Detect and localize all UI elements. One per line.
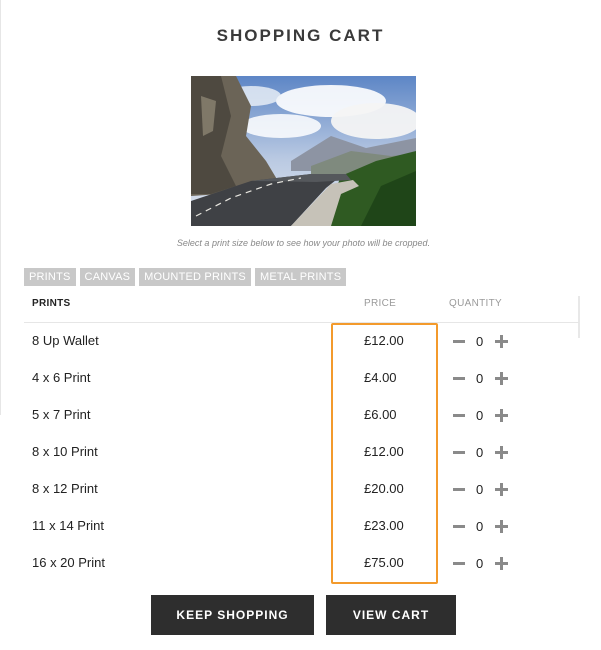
table-row: 4 x 6 Print £4.00 0	[0, 360, 601, 397]
page-title: SHOPPING CART	[216, 26, 385, 45]
print-name: 4 x 6 Print	[32, 370, 91, 385]
quantity-value: 0	[476, 371, 484, 386]
print-name: 8 x 12 Print	[32, 481, 98, 496]
product-tabs: PRINTS CANVAS MOUNTED PRINTS METAL PRINT…	[24, 268, 347, 286]
print-name: 11 x 14 Print	[32, 518, 105, 533]
plus-icon[interactable]	[495, 483, 508, 496]
plus-icon[interactable]	[495, 520, 508, 533]
plus-icon[interactable]	[495, 446, 508, 459]
table-row: 11 x 14 Print £23.00 0	[0, 508, 601, 545]
column-header-price: PRICE	[364, 298, 397, 309]
plus-icon[interactable]	[495, 335, 508, 348]
tab-metal-prints[interactable]: METAL PRINTS	[254, 268, 347, 286]
print-name: 16 x 20 Print	[32, 555, 105, 570]
print-name: 5 x 7 Print	[32, 407, 91, 422]
crop-hint: Select a print size below to see how you…	[176, 238, 431, 248]
minus-icon[interactable]	[453, 340, 465, 343]
print-name: 8 x 10 Print	[32, 444, 98, 459]
table-row: 8 x 12 Print £20.00 0	[0, 471, 601, 508]
minus-icon[interactable]	[453, 451, 465, 454]
minus-icon[interactable]	[453, 377, 465, 380]
tab-prints[interactable]: PRINTS	[24, 268, 76, 286]
minus-icon[interactable]	[453, 562, 465, 565]
tab-mounted-prints[interactable]: MOUNTED PRINTS	[139, 268, 251, 286]
column-header-prints: PRINTS	[32, 298, 71, 309]
keep-shopping-button[interactable]: KEEP SHOPPING	[151, 595, 314, 635]
price-column-highlight	[331, 323, 438, 584]
minus-icon[interactable]	[453, 414, 465, 417]
view-cart-button[interactable]: VIEW CART	[326, 595, 456, 635]
quantity-value: 0	[476, 482, 484, 497]
quantity-value: 0	[476, 408, 484, 423]
table-row: 16 x 20 Print £75.00 0	[0, 545, 601, 582]
quantity-value: 0	[476, 556, 484, 571]
column-header-quantity: QUANTITY	[449, 298, 502, 309]
plus-icon[interactable]	[495, 557, 508, 570]
table-row: 5 x 7 Print £6.00 0	[0, 397, 601, 434]
tab-canvas[interactable]: CANVAS	[79, 268, 136, 286]
quantity-value: 0	[476, 519, 484, 534]
print-name: 8 Up Wallet	[32, 333, 99, 348]
plus-icon[interactable]	[495, 409, 508, 422]
quantity-value: 0	[476, 445, 484, 460]
table-row: 8 Up Wallet £12.00 0	[0, 323, 601, 360]
table-row: 8 x 10 Print £12.00 0	[0, 434, 601, 471]
minus-icon[interactable]	[453, 525, 465, 528]
photo-preview	[191, 76, 416, 226]
quantity-value: 0	[476, 334, 484, 349]
minus-icon[interactable]	[453, 488, 465, 491]
price-list: 8 Up Wallet £12.00 0 4 x 6 Print £4.00 0…	[0, 323, 601, 582]
plus-icon[interactable]	[495, 372, 508, 385]
